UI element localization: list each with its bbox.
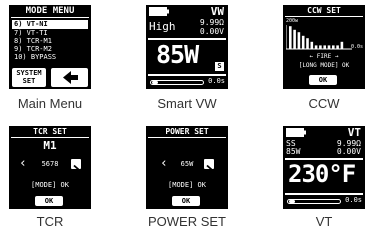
curve-bar[interactable]	[297, 32, 301, 49]
divider-bottom	[285, 193, 363, 195]
temperature-value: 230°F	[288, 160, 356, 188]
power-value: 85W	[286, 147, 301, 156]
power-level: High	[149, 20, 176, 33]
tcr-screen: TCR SET M1 ‹ 5678 [MODE] OK OK	[9, 126, 91, 209]
time-label: 0.0s	[350, 44, 363, 50]
title-divider	[148, 137, 226, 138]
curve-bar[interactable]	[340, 41, 344, 49]
mode-label: VW	[210, 5, 224, 18]
left-arrow-icon: ←	[309, 53, 314, 60]
menu-item[interactable]: 9) TCR-M2	[12, 45, 88, 53]
resistance-value: 9.99Ω	[199, 18, 224, 27]
fire-progress-bar	[287, 199, 341, 204]
vt-screen: VT SS 9.99Ω 85W 0.00V 230°F 0.0s	[283, 126, 365, 209]
ok-button[interactable]: OK	[35, 196, 63, 206]
fire-label: FIRE	[316, 53, 332, 60]
temperature-unit: °F	[328, 160, 356, 188]
back-button[interactable]	[51, 68, 88, 87]
menu-title: MODE MENU	[25, 6, 75, 16]
tcr-title: TCR SET	[33, 127, 67, 136]
chevron-right-icon	[206, 164, 213, 174]
fire-indicator: ← FIRE →	[283, 53, 365, 60]
curve-bar[interactable]	[310, 41, 314, 49]
tcr-slot: M1	[43, 139, 57, 152]
mode-ok-line: [MODE] OK	[31, 181, 69, 189]
long-mode-line: [LONG MODE] OK	[298, 62, 350, 69]
smart-vw-screen: VW High 9.99Ω 0.00V 85W S 0.0s	[146, 5, 228, 89]
caption-main-menu: Main Menu	[17, 96, 83, 111]
curve-bar[interactable]	[306, 38, 309, 49]
curve-bar[interactable]	[336, 45, 339, 49]
curve-bar[interactable]	[301, 35, 305, 49]
y-axis-label: 200w	[286, 18, 299, 24]
increase-button[interactable]	[204, 159, 214, 174]
mode-ok-line: [MODE] OK	[168, 181, 206, 189]
title-divider	[11, 17, 89, 18]
ok-button[interactable]: OK	[309, 75, 337, 85]
fire-progress-bar	[150, 80, 204, 85]
power-value: 85W	[156, 40, 199, 69]
menu-list: 6) VT-NI 7) VT-TI 8) TCR-M1 9) TCR-M2 10…	[12, 20, 88, 61]
menu-item-selected[interactable]: 6) VT-NI	[12, 20, 88, 29]
temperature-number: 230	[288, 160, 329, 188]
back-arrow-icon	[63, 71, 78, 84]
curve-bar[interactable]	[327, 45, 331, 49]
main-menu-screen: MODE MENU 6) VT-NI 7) VT-TI 8) TCR-M1 9)…	[9, 5, 91, 89]
increase-button[interactable]	[71, 159, 81, 174]
caption-tcr: TCR	[36, 214, 64, 229]
menu-item[interactable]: 8) TCR-M1	[12, 37, 88, 45]
power-set-value: 65W	[180, 160, 194, 168]
ccw-screen: CCW SET 200w 0.0s ← FIRE → [LONG MODE] O…	[283, 5, 365, 89]
voltage-value: 0.00V	[199, 27, 224, 36]
power-curve-chart[interactable]	[286, 25, 352, 51]
curve-bar[interactable]	[314, 45, 318, 49]
curve-bar[interactable]	[289, 26, 292, 49]
curve-bar[interactable]	[293, 29, 296, 49]
fire-timer: 0.0s	[345, 196, 362, 204]
system-set-button[interactable]: SYSTEM SET	[12, 68, 46, 87]
right-arrow-icon: →	[334, 53, 339, 60]
ok-button[interactable]: OK	[172, 196, 200, 206]
voltage-value: 0.00V	[336, 147, 361, 156]
caption-vt: VT	[315, 214, 333, 229]
divider-bottom	[148, 74, 226, 76]
battery-icon	[149, 7, 169, 16]
menu-item[interactable]: 10) BYPASS	[12, 53, 88, 61]
curve-bar[interactable]	[332, 45, 335, 49]
title-divider	[11, 137, 89, 138]
title-divider	[285, 16, 363, 17]
caption-smart-vw: Smart VW	[157, 96, 217, 111]
curve-bar[interactable]	[323, 45, 326, 49]
power-set-screen: POWER SET ‹ 65W [MODE] OK OK	[146, 126, 228, 209]
caption-power-set: POWER SET	[147, 214, 226, 229]
caption-ccw: CCW	[308, 96, 340, 111]
curve-bar[interactable]	[319, 45, 322, 49]
mode-label: VT	[347, 126, 361, 139]
menu-item[interactable]: 7) VT-TI	[12, 29, 88, 37]
battery-icon	[286, 128, 306, 137]
s-badge: S	[215, 62, 224, 71]
ccw-title: CCW SET	[307, 6, 341, 15]
fire-timer: 0.0s	[208, 77, 225, 85]
chevron-right-icon	[73, 164, 80, 174]
power-set-title: POWER SET	[165, 127, 209, 136]
